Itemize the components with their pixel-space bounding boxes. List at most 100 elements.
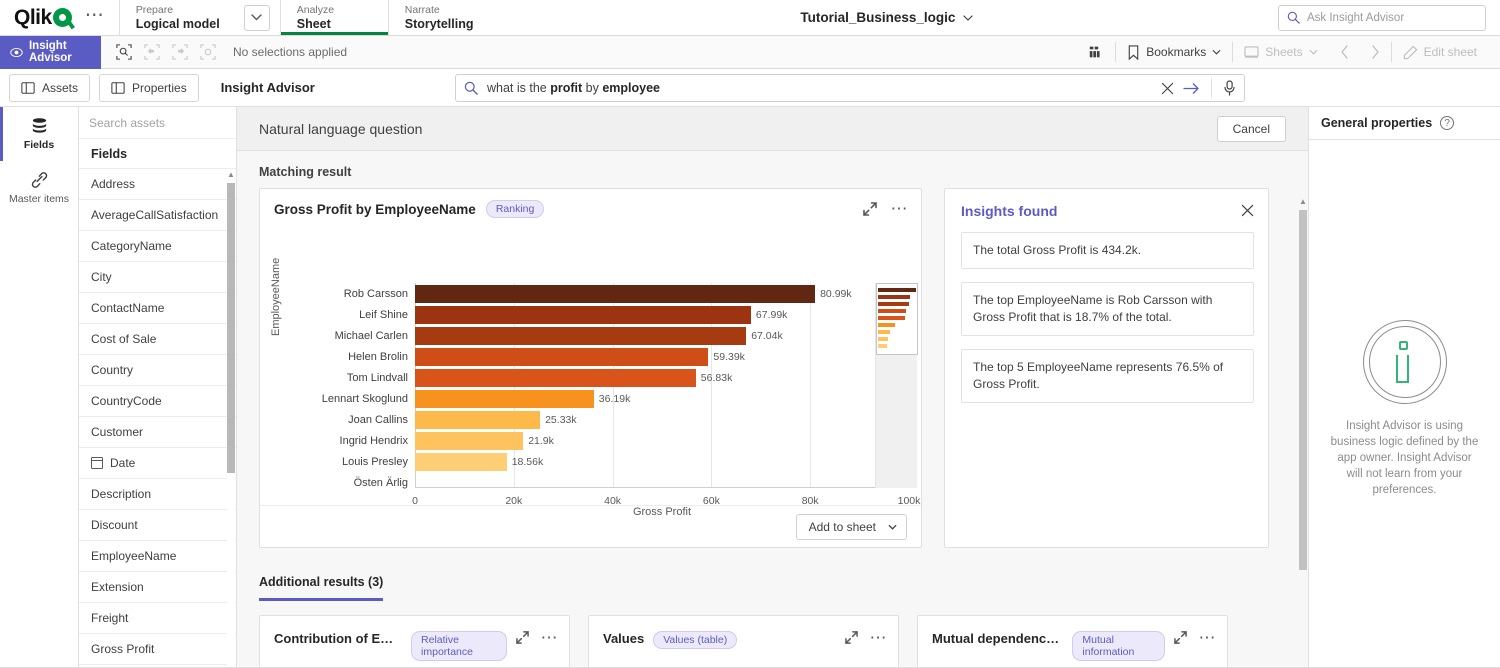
list-item[interactable]: Description: [79, 479, 236, 510]
additional-card-more-options-icon[interactable]: ⋯: [870, 634, 889, 642]
minimap-bar: [878, 302, 909, 306]
add-to-sheet-button[interactable]: Add to sheet: [796, 514, 907, 540]
previous-sheet-button[interactable]: [1329, 36, 1360, 69]
chart-bar[interactable]: Lennart Skoglund 36.19k: [415, 390, 594, 408]
search-term-dimension: employee: [602, 81, 660, 95]
scroll-up-icon[interactable]: ▲: [1299, 198, 1307, 206]
voice-input-icon[interactable]: [1223, 80, 1236, 96]
expand-icon[interactable]: [516, 631, 529, 644]
chart-bar[interactable]: Rob Carsson 80.99k: [415, 285, 815, 303]
scroll-up-icon[interactable]: ▲: [227, 171, 235, 179]
close-icon[interactable]: [1241, 204, 1254, 218]
tab-additional-results[interactable]: Additional results (3): [259, 575, 383, 601]
additional-card-more-options-icon[interactable]: ⋯: [541, 634, 560, 642]
list-item[interactable]: AverageCallSatisfaction: [79, 200, 236, 231]
properties-message: Insight Advisor is using business logic …: [1330, 418, 1480, 498]
prepare-dropdown-chevron-icon[interactable]: [244, 5, 270, 31]
expand-icon[interactable]: [1174, 631, 1187, 644]
properties-button[interactable]: Properties: [99, 74, 199, 102]
nav-section-analyze[interactable]: Analyze Sheet: [280, 0, 388, 35]
global-menu-icon[interactable]: ⋯: [81, 6, 109, 25]
chart-bar[interactable]: Michael Carlen 67.04k: [415, 327, 746, 345]
clear-selections-icon[interactable]: [195, 39, 221, 65]
step-back-icon[interactable]: [139, 39, 165, 65]
cancel-button[interactable]: Cancel: [1217, 116, 1286, 142]
app-title-area[interactable]: Tutorial_Business_logic: [496, 0, 1278, 35]
results-scrollbar-thumb[interactable]: [1299, 210, 1307, 570]
insight-item: The total Gross Profit is 434.2k.: [961, 232, 1254, 269]
minimap-bar: [878, 344, 887, 348]
nav-section-narrate[interactable]: Narrate Storytelling: [388, 0, 496, 35]
chart-more-options-icon[interactable]: ⋯: [891, 205, 910, 213]
assets-panel: Search assets Fields Address AverageCall…: [79, 107, 237, 668]
list-item[interactable]: EmployeeName: [79, 541, 236, 572]
sheet-icon: [1244, 46, 1259, 59]
list-item[interactable]: CountryCode: [79, 386, 236, 417]
minimap-bar: [878, 330, 890, 334]
bar-chart[interactable]: EmployeeName Rob Carsson: [260, 218, 923, 513]
results-scrollbar[interactable]: ▲: [1299, 196, 1307, 666]
list-item[interactable]: CategoryName: [79, 231, 236, 262]
additional-card-more-options-icon[interactable]: ⋯: [1199, 634, 1218, 642]
minimap-bar: [878, 323, 895, 327]
expand-icon[interactable]: [863, 202, 877, 216]
search-assets-input[interactable]: Search assets: [79, 107, 236, 139]
list-item[interactable]: Cost of Sale: [79, 324, 236, 355]
expand-icon[interactable]: [845, 631, 858, 644]
info-i-glyph: [1394, 341, 1416, 383]
app-title: Tutorial_Business_logic: [800, 10, 955, 25]
additional-result-card[interactable]: Mutual dependency bet… Mutual informatio…: [917, 615, 1228, 668]
qlik-logo[interactable]: Qlik ⋯: [0, 0, 119, 35]
list-item[interactable]: Gross Profit: [79, 634, 236, 665]
chart-bar[interactable]: Louis Presley 18.56k: [415, 453, 507, 471]
list-item[interactable]: Date: [79, 448, 236, 479]
assets-scrollbar-thumb[interactable]: [227, 183, 235, 473]
step-forward-icon[interactable]: [167, 39, 193, 65]
list-item[interactable]: Customer: [79, 417, 236, 448]
list-item[interactable]: Extension: [79, 572, 236, 603]
chart-bar[interactable]: Leif Shine 67.99k: [415, 306, 751, 324]
list-item[interactable]: Freight: [79, 603, 236, 634]
chart-bar[interactable]: Ingrid Hendrix 21.9k: [415, 432, 523, 450]
assets-button[interactable]: Assets: [9, 74, 90, 102]
list-item[interactable]: ContactName: [79, 293, 236, 324]
field-label: Description: [91, 487, 151, 501]
nlq-header: Natural language question Cancel: [237, 107, 1308, 151]
assets-scrollbar[interactable]: ▲: [227, 169, 235, 668]
chart-analysis-badge: Ranking: [486, 200, 545, 218]
rail-item-master-items[interactable]: Master items: [0, 161, 78, 215]
chart-minimap-scrollbar[interactable]: [875, 283, 917, 488]
bookmarks-button[interactable]: Bookmarks: [1116, 36, 1232, 69]
sheets-button[interactable]: Sheets: [1233, 36, 1328, 69]
field-label: Customer: [91, 425, 143, 439]
list-item[interactable]: Discount: [79, 510, 236, 541]
chart-minimap-window[interactable]: [876, 283, 918, 355]
additional-result-card[interactable]: Contribution of Employ… Relative importa…: [259, 615, 570, 668]
additional-result-card[interactable]: Values Values (table) ⋯: [588, 615, 899, 668]
insights-title: Insights found: [961, 203, 1057, 219]
submit-search-icon[interactable]: [1183, 82, 1200, 95]
nl-search-input[interactable]: what is the profit by employee: [455, 74, 1245, 102]
list-item[interactable]: City: [79, 262, 236, 293]
bar-value-label: 18.56k: [512, 456, 544, 468]
additional-result-title: Values: [603, 631, 644, 646]
field-label: EmployeeName: [91, 549, 176, 563]
chart-plot-area: Rob Carsson 80.99k Leif Shine 67.99k: [415, 283, 909, 488]
list-item[interactable]: Country: [79, 355, 236, 386]
selection-search-icon[interactable]: [111, 39, 137, 65]
sheet-grid-icon[interactable]: [1077, 36, 1115, 69]
chart-bar[interactable]: Joan Callins 25.33k: [415, 411, 540, 429]
insight-advisor-button[interactable]: Insight Advisor: [0, 36, 101, 69]
nav-section-prepare[interactable]: Prepare Logical model: [119, 0, 236, 35]
rail-item-fields[interactable]: Fields: [0, 107, 78, 161]
next-sheet-button[interactable]: [1360, 36, 1391, 69]
chart-bar[interactable]: Helen Brolin 59.39k: [415, 348, 708, 366]
chart-bar[interactable]: Tom Lindvall 56.83k: [415, 369, 696, 387]
ask-insight-advisor-input[interactable]: Ask Insight Advisor: [1278, 5, 1486, 31]
bar-value-label: 36.19k: [599, 393, 631, 405]
bar-group: Joan Callins 25.33k: [415, 411, 540, 429]
help-icon[interactable]: ?: [1440, 116, 1454, 130]
list-item[interactable]: Address: [79, 169, 236, 200]
edit-sheet-button[interactable]: Edit sheet: [1392, 36, 1488, 69]
clear-search-icon[interactable]: [1161, 82, 1174, 95]
